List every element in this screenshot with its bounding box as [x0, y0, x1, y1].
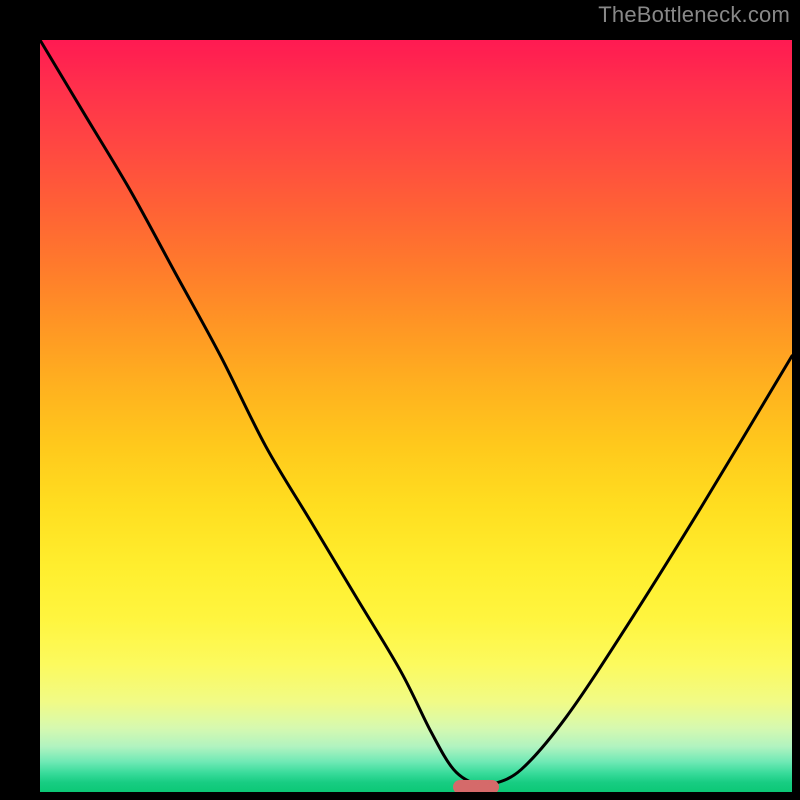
optimal-marker — [453, 780, 499, 792]
bottleneck-curve — [40, 40, 792, 792]
chart-frame — [16, 16, 784, 784]
watermark-text: TheBottleneck.com — [598, 2, 790, 28]
plot-area — [40, 40, 792, 792]
